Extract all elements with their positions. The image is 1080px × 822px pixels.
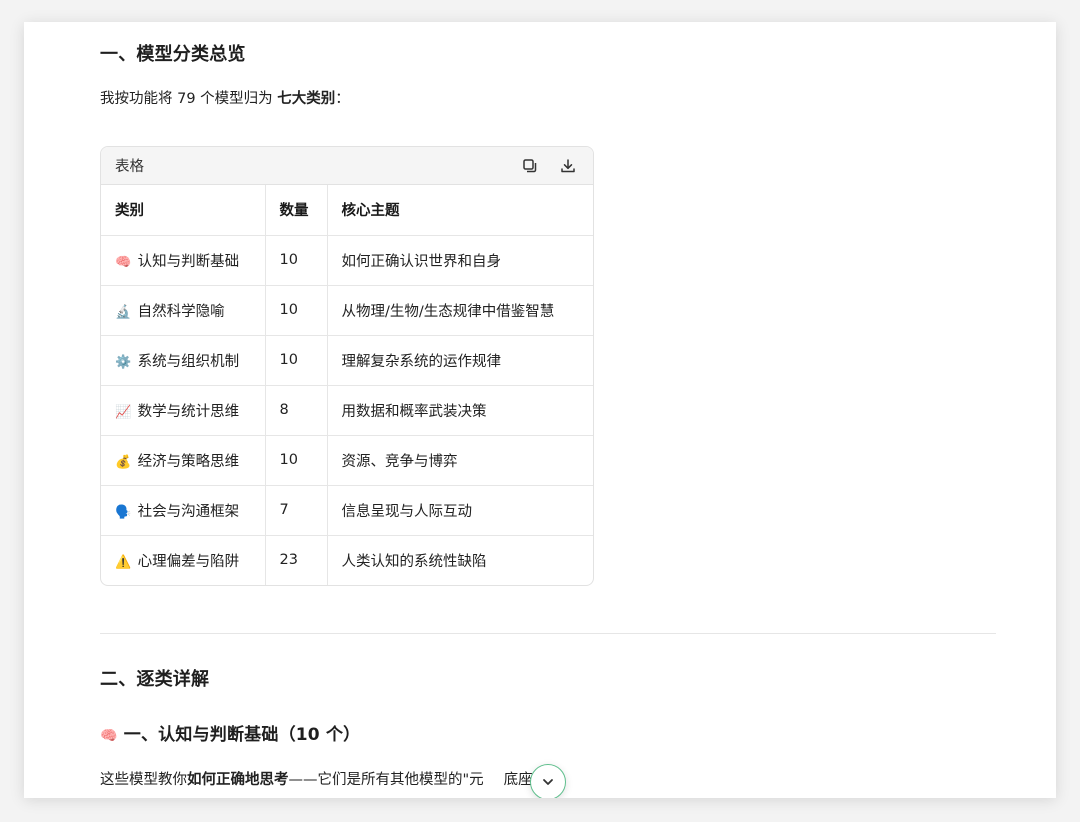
cell-count: 10	[265, 435, 328, 486]
microscope-icon: 🔬	[115, 304, 132, 320]
cell-count: 23	[265, 535, 328, 585]
category-name: 社会与沟通框架	[137, 503, 240, 520]
table-row: 🔬 自然科学隐喻 10 从物理/生物/生态规律中借鉴智慧	[101, 285, 593, 336]
chevron-down-icon	[543, 779, 553, 785]
intro-colon: ：	[335, 91, 350, 107]
header-count: 数量	[265, 185, 328, 236]
table-header-bar: 表格	[101, 147, 593, 185]
para-text-cont: ——它们是所有其他模型的"元	[288, 772, 484, 788]
para-text: 这些模型教你	[100, 772, 187, 788]
brain-icon: 🧠	[100, 728, 118, 744]
cell-theme: 从物理/生物/生态规律中借鉴智慧	[327, 285, 593, 336]
cell-category: ⚙️ 系统与组织机制	[101, 335, 266, 386]
header-category: 类别	[101, 185, 266, 236]
overview-intro: 我按功能将 79 个模型归为 七大类别：	[100, 87, 350, 108]
section-divider	[100, 633, 996, 634]
table-row: ⚠️ 心理偏差与陷阱 23 人类认知的系统性缺陷	[101, 535, 593, 585]
table-row: 📈 数学与统计思维 8 用数据和概率武装决策	[101, 385, 593, 436]
copy-icon[interactable]	[519, 155, 541, 177]
section-title-overview: 一、模型分类总览	[100, 44, 246, 65]
gear-icon: ⚙️	[115, 354, 132, 370]
category-name: 系统与组织机制	[137, 353, 240, 370]
table-row: 💰 经济与策略思维 10 资源、竞争与博弈	[101, 435, 593, 486]
cell-theme: 人类认知的系统性缺陷	[341, 553, 487, 570]
intro-bold: 七大类别	[277, 91, 336, 107]
table-label: 表格	[115, 159, 144, 175]
scroll-to-bottom-button[interactable]	[530, 764, 566, 798]
cell-count: 8	[265, 385, 328, 436]
category-name: 认知与判断基础	[137, 253, 240, 270]
speaking-head-icon: 🗣️	[115, 504, 132, 520]
category-name: 心理偏差与陷阱	[137, 553, 240, 570]
category-table: 类别 数量 核心主题 🧠 认知与判断基础 10 如何正确认识世界和自身 🔬 自然…	[101, 185, 593, 585]
para-bold: 如何正确地思考	[187, 772, 289, 788]
download-icon[interactable]	[557, 155, 579, 177]
table-row: ⚙️ 系统与组织机制 10 理解复杂系统的运作规律	[101, 335, 593, 386]
header-theme: 核心主题	[327, 185, 593, 236]
subsection-title-cognition: 🧠 一、认知与判断基础（10 个）	[100, 720, 360, 745]
cell-theme: 信息呈现与人际互动	[327, 485, 593, 536]
cell-theme: 理解复杂系统的运作规律	[327, 335, 593, 386]
category-table-card: 表格 类别 数量 核心主题 🧠 认知与判断基础 10 如何正确认识世界和自身 🔬…	[100, 146, 594, 586]
cell-theme: 如何正确认识世界和自身	[327, 235, 593, 286]
brain-icon: 🧠	[115, 254, 132, 270]
intro-text: 我按功能将 79 个模型归为	[100, 91, 278, 107]
cell-category: 🧠 认知与判断基础	[101, 235, 266, 286]
section-title-details: 二、逐类详解	[100, 669, 210, 690]
chart-up-icon: 📈	[115, 404, 132, 420]
money-bag-icon: 💰	[115, 454, 132, 470]
table-row: 🧠 认知与判断基础 10 如何正确认识世界和自身	[101, 235, 593, 286]
cognition-intro: 这些模型教你如何正确地思考——它们是所有其他模型的"元 底座。	[100, 768, 547, 789]
category-name: 自然科学隐喻	[137, 303, 225, 320]
cell-count: 10	[265, 235, 328, 286]
category-name: 经济与策略思维	[137, 453, 240, 470]
category-name: 数学与统计思维	[137, 403, 240, 420]
cell-count: 10	[265, 285, 328, 336]
chat-window: 一、模型分类总览 我按功能将 79 个模型归为 七大类别： 表格 类别 数量 核…	[24, 22, 1056, 798]
cell-count: 10	[265, 335, 328, 386]
cell-category: 📈 数学与统计思维	[101, 385, 266, 436]
cell-category: 💰 经济与策略思维	[101, 435, 266, 486]
cell-category: 🗣️ 社会与沟通框架	[101, 485, 266, 536]
subsection-title-text: 一、认知与判断基础（10 个）	[123, 725, 361, 745]
cell-theme: 资源、竞争与博弈	[327, 435, 593, 486]
cell-category: 🔬 自然科学隐喻	[101, 285, 266, 336]
cell-theme: 用数据和概率武装决策	[327, 385, 593, 436]
cell-category: ⚠️ 心理偏差与陷阱	[101, 535, 266, 585]
warning-icon: ⚠️	[115, 554, 132, 570]
table-header-row: 类别 数量 核心主题	[101, 185, 593, 236]
table-row: 🗣️ 社会与沟通框架 7 信息呈现与人际互动	[101, 485, 593, 536]
cell-count: 7	[265, 485, 328, 536]
